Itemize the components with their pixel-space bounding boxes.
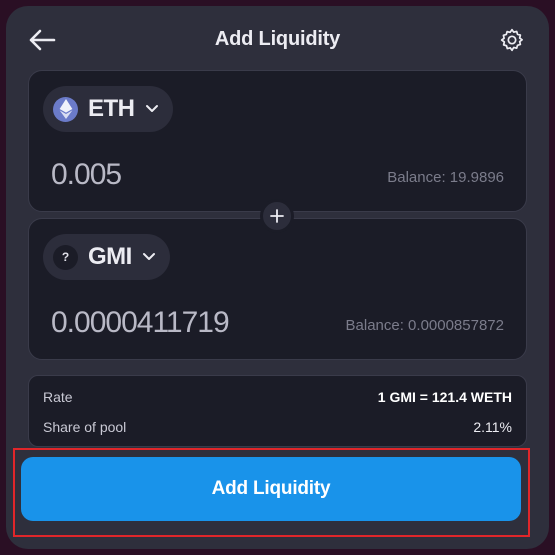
rate-value: 1 GMI = 121.4 WETH (377, 389, 512, 405)
token-b-amount-input[interactable] (51, 303, 351, 343)
plus-icon (270, 209, 284, 223)
chevron-down-icon (142, 253, 155, 260)
token-b-card: ? GMI Balance: 0.0000857872 (28, 218, 527, 360)
add-liquidity-button[interactable]: Add Liquidity (21, 457, 521, 521)
share-value: 2.11% (473, 419, 512, 435)
token-a-selector[interactable]: ETH (43, 86, 173, 132)
token-a-amount-input[interactable] (51, 155, 351, 195)
token-a-card: ETH Balance: 19.9896 (28, 70, 527, 212)
share-label: Share of pool (43, 419, 127, 435)
share-row: Share of pool 2.11% (43, 417, 512, 437)
token-a-balance: Balance: 19.9896 (387, 169, 504, 186)
settings-button[interactable] (499, 27, 525, 53)
plus-button[interactable] (260, 199, 294, 233)
token-b-symbol: GMI (88, 243, 132, 270)
chevron-down-icon (145, 105, 158, 112)
token-a-symbol: ETH (88, 95, 135, 122)
panel-header: Add Liquidity (6, 6, 549, 72)
rate-row: Rate 1 GMI = 121.4 WETH (43, 387, 512, 407)
token-b-balance: Balance: 0.0000857872 (345, 317, 504, 334)
token-b-selector[interactable]: ? GMI (43, 234, 170, 280)
page-title: Add Liquidity (214, 28, 341, 50)
unknown-token-icon: ? (53, 244, 78, 270)
pool-info-box: Rate 1 GMI = 121.4 WETH Share of pool 2.… (28, 375, 527, 447)
rate-label: Rate (43, 389, 73, 405)
ethereum-icon (53, 96, 78, 122)
gear-icon (500, 28, 523, 52)
